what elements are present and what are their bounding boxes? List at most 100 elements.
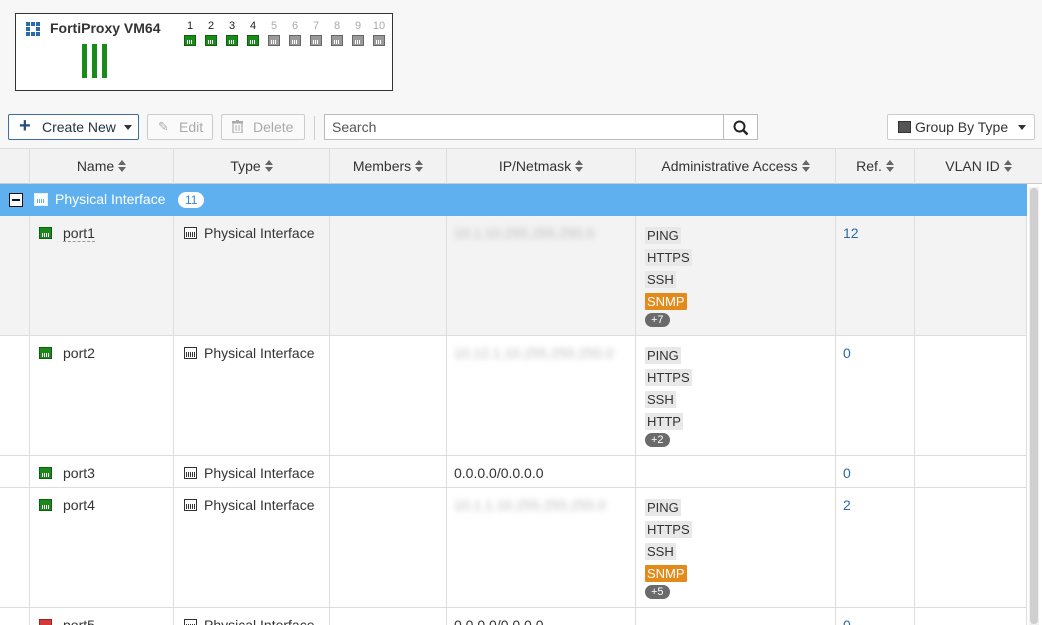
table-row[interactable]: port4 Physical Interface 10.1.1.10.255.255…	[0, 488, 1027, 608]
column-header-members[interactable]: Members	[330, 149, 447, 184]
table-cell	[0, 456, 30, 487]
column-header-ref[interactable]: Ref.	[836, 149, 915, 184]
access-tag: SNMP	[645, 293, 687, 310]
column-header-type[interactable]: Type	[174, 149, 330, 184]
ethernet-port-icon	[205, 35, 217, 46]
ip-netmask: 0.0.0.0/0.0.0.0	[454, 465, 544, 481]
port-number: 7	[312, 20, 320, 32]
sort-icon	[415, 160, 424, 173]
table-row[interactable]: port5 Physical Interface 0.0.0.0/0.0.0.0 0	[0, 608, 1027, 625]
more-access-badge[interactable]: +2	[645, 433, 670, 447]
more-access-badge[interactable]: +7	[645, 313, 670, 327]
group-row-physical-interface[interactable]: Physical Interface 11	[0, 184, 1027, 216]
port-number: 4	[249, 20, 257, 32]
interface-icon	[898, 121, 911, 133]
table-row[interactable]: port3 Physical Interface 0.0.0.0/0.0.0.0 0	[0, 456, 1027, 488]
caret-down-icon	[1018, 125, 1026, 130]
port-indicator[interactable]: 8	[329, 19, 345, 46]
column-header-ip-netmask[interactable]: IP/Netmask	[447, 149, 636, 184]
plus-icon: +	[19, 115, 31, 137]
port-number: 5	[270, 20, 278, 32]
sort-icon	[118, 160, 127, 173]
ethernet-port-icon	[247, 35, 259, 46]
ip-netmask: 10.1.1.10.255.255.255.0	[454, 497, 606, 513]
interface-name[interactable]: port5	[63, 617, 95, 625]
access-tag: SSH	[645, 391, 676, 408]
port-status-icon	[39, 467, 52, 479]
table-cell	[636, 608, 836, 625]
access-tag: PING	[645, 499, 681, 516]
create-new-label: Create New	[42, 119, 116, 135]
edit-button[interactable]: ✎ Edit	[147, 114, 213, 140]
port-indicator[interactable]: 3	[224, 19, 240, 46]
ethernet-port-icon	[268, 35, 280, 46]
create-new-button[interactable]: + Create New	[8, 114, 139, 140]
port-number: 1	[186, 20, 194, 32]
physical-interface-icon	[184, 467, 197, 479]
edit-label: Edit	[179, 119, 204, 135]
ref-count-link[interactable]: 12	[843, 225, 859, 241]
device-panel: FortiProxy VM64 1 2 3 4 5 6 7 8 9 10	[15, 13, 393, 91]
column-header-vlan-id[interactable]: VLAN ID	[915, 149, 1042, 184]
delete-button[interactable]: Delete	[221, 114, 305, 140]
table-cell	[330, 456, 447, 487]
column-header-admin-access[interactable]: Administrative Access	[636, 149, 836, 184]
access-tag: SSH	[645, 543, 676, 560]
table-cell	[915, 488, 1027, 607]
column-header-name[interactable]: Name	[30, 149, 174, 184]
group-count-badge: 11	[178, 192, 205, 208]
port-status-icon	[39, 227, 52, 239]
interface-type: Physical Interface	[204, 465, 315, 481]
interface-type: Physical Interface	[204, 617, 315, 625]
search-input[interactable]	[324, 114, 724, 140]
fortiproxy-logo-icon	[26, 22, 40, 36]
trash-icon	[232, 115, 243, 141]
ref-count-link[interactable]: 0	[843, 617, 851, 625]
access-tag: PING	[645, 347, 681, 364]
ethernet-port-icon	[226, 35, 238, 46]
port-number: 3	[228, 20, 236, 32]
collapse-icon[interactable]	[9, 193, 23, 207]
port-indicator[interactable]: 10	[371, 19, 387, 46]
interface-name[interactable]: port1	[63, 225, 95, 242]
table-cell	[330, 608, 447, 625]
sort-icon	[264, 160, 273, 173]
toolbar: + Create New ✎ Edit Delete Group By Type	[0, 114, 1042, 142]
more-access-badge[interactable]: +5	[645, 585, 670, 599]
group-label: Physical Interface	[55, 191, 166, 207]
group-by-button[interactable]: Group By Type	[887, 114, 1035, 140]
interface-icon	[34, 193, 48, 206]
ethernet-port-icon	[373, 35, 385, 46]
port-indicator[interactable]: 4	[245, 19, 261, 46]
interface-table: Name Type Members IP/Netmask Administrat…	[0, 148, 1042, 625]
search-button[interactable]	[723, 114, 758, 140]
admin-access-list: PING HTTPS SSH HTTP +2	[645, 347, 692, 447]
port-indicator[interactable]: 9	[350, 19, 366, 46]
table-cell	[0, 608, 30, 625]
search-icon	[733, 120, 749, 136]
table-cell	[915, 336, 1027, 455]
ref-count-link[interactable]: 0	[843, 465, 851, 481]
physical-interface-icon	[184, 347, 197, 359]
table-row[interactable]: port2 Physical Interface 10.12.1.10.255.25…	[0, 336, 1027, 456]
port-indicator[interactable]: 1	[182, 19, 198, 46]
ref-count-link[interactable]: 0	[843, 345, 851, 361]
scrollbar-thumb[interactable]	[1030, 188, 1038, 624]
table-header: Name Type Members IP/Netmask Administrat…	[0, 148, 1042, 184]
interface-name[interactable]: port3	[63, 465, 95, 481]
port-indicator[interactable]: 5	[266, 19, 282, 46]
port-status-icon	[39, 347, 52, 359]
table-row[interactable]: port1 Physical Interface 10.1.10.255.255.2…	[0, 216, 1027, 336]
port-indicator[interactable]: 6	[287, 19, 303, 46]
port-indicator[interactable]: 7	[308, 19, 324, 46]
admin-access-list: PING HTTPS SSH SNMP +5	[645, 499, 692, 599]
column-header-expand	[0, 149, 30, 184]
ref-count-link[interactable]: 2	[843, 497, 851, 513]
port-number: 9	[354, 20, 362, 32]
interface-name[interactable]: port2	[63, 345, 95, 361]
interface-name[interactable]: port4	[63, 497, 95, 513]
port-number: 8	[333, 20, 341, 32]
caret-down-icon	[124, 125, 132, 130]
port-indicator[interactable]: 2	[203, 19, 219, 46]
ethernet-port-icon	[331, 35, 343, 46]
